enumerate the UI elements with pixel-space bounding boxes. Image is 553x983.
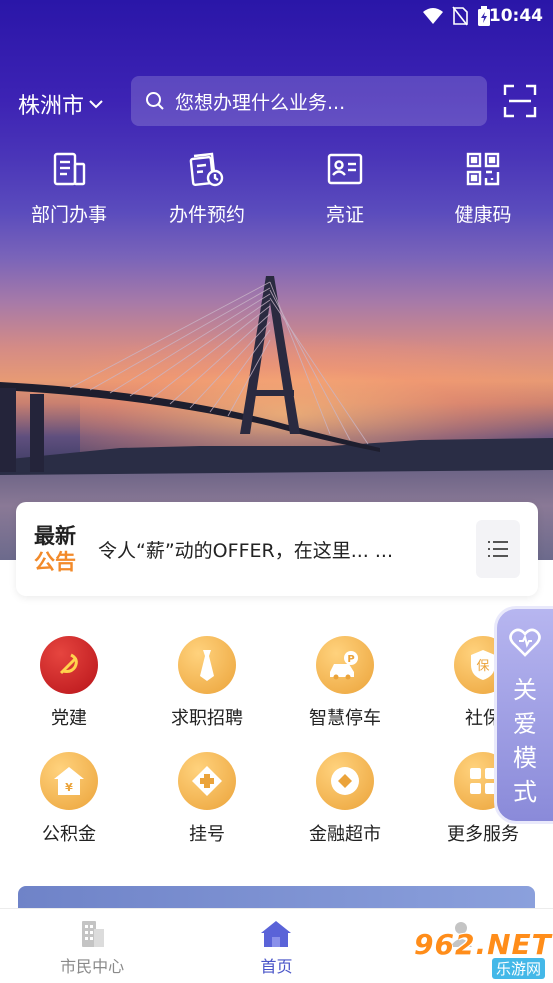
quick-entry-label: 健康码 — [454, 204, 512, 226]
medical-cross-icon — [178, 752, 236, 810]
svg-text:¥: ¥ — [65, 781, 73, 794]
house-fund-icon: ¥ — [40, 752, 98, 810]
building-icon — [82, 921, 105, 947]
service-label: 挂号 — [189, 824, 225, 845]
watermark-brand: 962.NET — [414, 928, 552, 961]
tab-label: 首页 — [260, 957, 293, 976]
notice-card[interactable]: 最新 公告 令人“薪”动的OFFER，在这里... ... — [16, 502, 538, 596]
bridge-illustration — [0, 276, 553, 475]
qr-code-icon — [466, 152, 500, 186]
care-mode-label: 关爱模式 — [513, 676, 537, 806]
quick-entry-label: 办件预约 — [168, 204, 245, 226]
search-bar[interactable]: 您想办理什么业务... — [131, 76, 487, 126]
search-placeholder: 您想办理什么业务... — [175, 91, 346, 114]
city-selector[interactable]: 株洲市 — [18, 88, 104, 120]
parking-car-icon: P — [316, 636, 374, 694]
svg-text:保: 保 — [476, 659, 489, 674]
service-label: 党建 — [51, 708, 87, 729]
status-bar: 10:44 — [0, 0, 553, 34]
service-label: 更多服务 — [447, 824, 519, 845]
watermark-logo: 962.NET 乐游网 — [414, 928, 552, 980]
coin-icon — [316, 752, 374, 810]
notice-text[interactable]: 令人“薪”动的OFFER，在这里... ... — [98, 536, 476, 563]
notice-tag: 最新 公告 — [16, 523, 88, 575]
service-parking[interactable]: P 智慧停车 — [276, 636, 414, 752]
quick-entry-label: 亮证 — [325, 204, 364, 226]
service-label: 求职招聘 — [171, 708, 243, 729]
service-grid: 党建 求职招聘 P 智慧停车 保 社保 ¥ 公积金 挂号 金融超市 更多服务 — [0, 636, 553, 868]
quick-entry-label: 部门办事 — [30, 204, 107, 226]
scan-icon[interactable] — [503, 84, 537, 118]
heart-icon — [509, 628, 541, 657]
notice-list-button[interactable] — [476, 520, 520, 578]
quick-entry-department[interactable]: 部门办事 — [0, 150, 138, 227]
service-job[interactable]: 求职招聘 — [138, 636, 276, 752]
chevron-down-icon — [89, 100, 103, 109]
party-emblem-icon — [40, 636, 98, 694]
service-label: 公积金 — [42, 824, 96, 845]
quick-entry-row: 部门办事 办件预约 亮证 健康码 — [0, 150, 553, 227]
service-label: 智慧停车 — [309, 708, 381, 729]
watermark-sub: 乐游网 — [492, 958, 546, 979]
tab-home[interactable]: 首页 — [184, 909, 368, 983]
search-icon — [146, 92, 164, 110]
wifi-icon — [423, 8, 443, 24]
service-registration[interactable]: 挂号 — [138, 752, 276, 868]
document-icon — [53, 152, 86, 186]
appointment-icon — [189, 152, 224, 187]
svg-text:P: P — [347, 654, 354, 665]
service-finance[interactable]: 金融超市 — [276, 752, 414, 868]
tab-label: 市民中心 — [60, 957, 125, 976]
status-time: 10:44 — [488, 6, 543, 26]
city-name: 株洲市 — [18, 94, 85, 119]
list-icon — [488, 541, 508, 557]
service-label: 金融超市 — [309, 824, 381, 845]
service-party-building[interactable]: 党建 — [0, 636, 138, 752]
notice-tag-line2: 公告 — [34, 550, 76, 574]
notice-tag-line1: 最新 — [34, 524, 76, 548]
home-icon — [261, 921, 292, 947]
tab-citizen-center[interactable]: 市民中心 — [0, 909, 184, 983]
quick-entry-show-id[interactable]: 亮证 — [276, 150, 414, 227]
tie-icon — [178, 636, 236, 694]
quick-entry-health-code[interactable]: 健康码 — [414, 150, 552, 227]
quick-entry-appointment[interactable]: 办件预约 — [138, 150, 276, 227]
no-sim-icon — [452, 6, 468, 26]
service-housing-fund[interactable]: ¥ 公积金 — [0, 752, 138, 868]
id-card-icon — [327, 153, 363, 185]
care-mode-button[interactable]: 关爱模式 — [494, 606, 553, 824]
